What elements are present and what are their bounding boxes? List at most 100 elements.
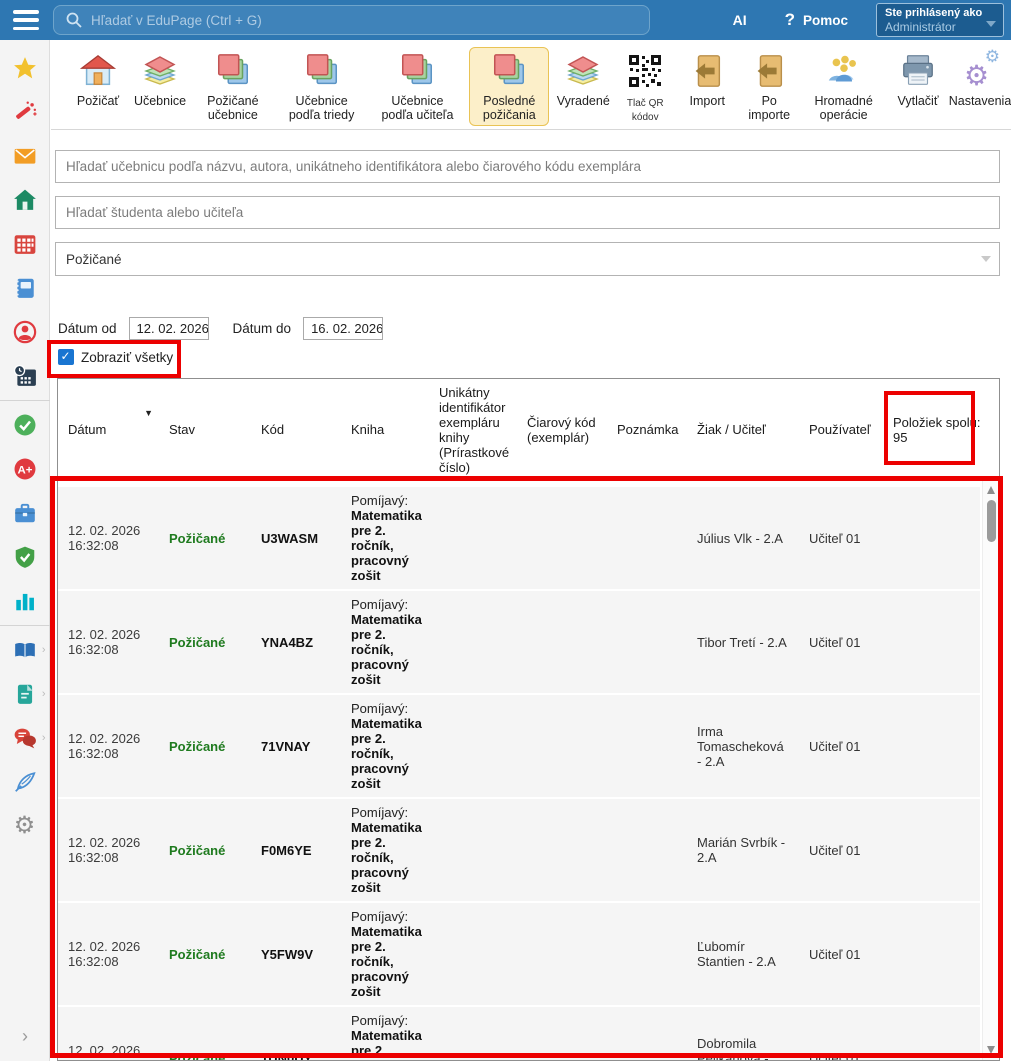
status-select-value: Požičané: [66, 252, 122, 267]
show-all-checkbox[interactable]: [58, 349, 74, 365]
import-door-icon: [687, 51, 727, 91]
column-header-uid[interactable]: Unikátny identifikátor exempláru knihy (…: [429, 385, 517, 475]
sidebar-item-security[interactable]: [3, 535, 47, 579]
sidebar-item-exams[interactable]: [3, 760, 47, 804]
table-row[interactable]: 12. 02. 202616:32:08 Požičané 71VNAY Pom…: [58, 695, 980, 797]
stacked-cards-icon: [302, 51, 342, 91]
cell-status: Požičané: [159, 941, 251, 968]
column-header-user[interactable]: Používateľ: [799, 422, 883, 437]
toolbar-item-nastavenia[interactable]: ⚙⚙ Nastavenia: [952, 47, 1008, 112]
sidebar-item-attendance[interactable]: [3, 354, 47, 398]
sidebar-item-wizard[interactable]: [3, 90, 47, 134]
cell-student: Irma Tomascheková - 2.A: [687, 718, 799, 775]
cell-note: [607, 948, 687, 960]
toolbar-item-ucebnice-podla-triedy[interactable]: Učebnice podľa triedy: [278, 47, 366, 126]
sidebar-item-messages[interactable]: [3, 134, 47, 178]
toolbar-item-vytlacit[interactable]: Vytlačiť: [890, 47, 946, 112]
person-search-input[interactable]: [55, 196, 1000, 229]
cell-barcode: [517, 636, 607, 648]
column-header-student[interactable]: Žiak / Učiteľ: [687, 422, 799, 437]
sidebar-item-students[interactable]: [3, 310, 47, 354]
vertical-scrollbar[interactable]: [982, 480, 999, 1060]
column-header-status[interactable]: Stav: [159, 422, 251, 437]
toolbar-item-vyradene[interactable]: Vyradené: [555, 47, 611, 112]
status-select[interactable]: Požičané: [55, 242, 1000, 276]
logged-in-user-dropdown[interactable]: Ste prihlásený ako Administrátor: [876, 3, 1004, 37]
cell-note: [607, 1052, 687, 1060]
table-row[interactable]: 12. 02. 202616:32:08 Požičané U3WASM Pom…: [58, 487, 980, 589]
toolbar-item-posledne-pozicania[interactable]: Posledné požičania: [469, 47, 549, 126]
global-search-input[interactable]: [91, 13, 611, 28]
toolbar-item-tlac-qr-kodov[interactable]: Tlač QR kódov: [617, 47, 673, 129]
book-search-input[interactable]: [55, 150, 1000, 183]
column-header-code[interactable]: Kód: [251, 422, 341, 437]
chevron-right-icon: ›: [42, 688, 46, 700]
sidebar-item-home[interactable]: [3, 178, 47, 222]
table-row[interactable]: 12. 02. 202616:32:08 Požičané YNA4BZ Pom…: [58, 591, 980, 693]
ai-button[interactable]: AI: [733, 12, 747, 28]
cell-note: [607, 532, 687, 544]
table-row[interactable]: 12. 02. 202616:32:08 Požičané 1UN0UY Pom…: [58, 1007, 980, 1060]
cell-total: [883, 844, 980, 856]
toolbar-item-hromadne-operacie[interactable]: Hromadné operácie: [803, 47, 884, 126]
chevron-down-icon: [981, 256, 991, 262]
toolbar-item-import[interactable]: Import: [679, 47, 735, 112]
help-button[interactable]: ? Pomoc: [785, 10, 848, 30]
toolbar-item-pozicat[interactable]: Požičať: [70, 47, 126, 112]
sidebar-item-favorites[interactable]: [3, 46, 47, 90]
sidebar-item-timetable[interactable]: [3, 222, 47, 266]
sidebar-item-classbook[interactable]: [3, 266, 47, 310]
table-row[interactable]: 12. 02. 202616:32:08 Požičané F0M6YE Pom…: [58, 799, 980, 901]
calendar-icon: [13, 232, 37, 256]
envelope-icon: [13, 144, 37, 168]
column-header-date[interactable]: ▼Dátum: [58, 422, 159, 437]
sidebar-item-documents[interactable]: ›: [3, 672, 47, 716]
column-header-note[interactable]: Poznámka: [607, 422, 687, 437]
date-from-input[interactable]: [129, 317, 209, 340]
date-to-input[interactable]: [303, 317, 383, 340]
table-row[interactable]: 12. 02. 202616:32:08 Požičané Y5FW9V Pom…: [58, 903, 980, 1005]
stacked-cards-icon: [489, 51, 529, 91]
sidebar-item-results[interactable]: [3, 579, 47, 623]
cell-note: [607, 740, 687, 752]
column-header-total: Položiek spolu: 95: [883, 415, 999, 445]
sidebar-item-library[interactable]: ›: [3, 628, 47, 672]
cell-uid: [429, 1052, 517, 1060]
cell-user: Učiteľ 01: [799, 941, 883, 968]
date-to-label: Dátum do: [233, 321, 292, 336]
scroll-down-icon[interactable]: [987, 1046, 995, 1054]
cell-book: Pomíjavý:Matematika pre 2. ročník, praco…: [341, 903, 429, 1005]
loans-table: ▼Dátum Stav Kód Kniha Unikátny identifik…: [57, 378, 1000, 1061]
cell-status: Požičané: [159, 525, 251, 552]
toolbar-item-pozicane-ucebnice[interactable]: Požičané učebnice: [194, 47, 272, 126]
sidebar-item-communication[interactable]: ›: [3, 716, 47, 760]
library-book-icon: [13, 638, 37, 662]
scrollbar-thumb[interactable]: [987, 500, 996, 542]
sidebar-item-grades[interactable]: A+: [3, 447, 47, 491]
global-search[interactable]: [53, 5, 650, 35]
sidebar-item-approvals[interactable]: [3, 403, 47, 447]
sidebar-item-agenda[interactable]: [3, 491, 47, 535]
hamburger-icon[interactable]: [13, 10, 39, 30]
chevron-right-icon: ›: [42, 644, 46, 656]
expand-chevron-icon[interactable]: ›: [0, 1026, 50, 1047]
column-header-book[interactable]: Kniha: [341, 422, 429, 437]
toolbar-item-po-importe[interactable]: Po importe: [741, 47, 797, 126]
person-icon: [13, 320, 37, 344]
cell-code: U3WASM: [251, 525, 341, 552]
cell-uid: [429, 948, 517, 960]
user-role: Administrátor: [885, 20, 995, 34]
chevron-right-icon: ›: [42, 732, 46, 744]
column-header-barcode[interactable]: Čiarový kód (exemplár): [517, 415, 607, 445]
cell-barcode: [517, 740, 607, 752]
cell-book: Pomíjavý:Matematika pre 2. ročník, praco…: [341, 1007, 429, 1060]
date-range-row: Dátum od Dátum do: [58, 316, 407, 340]
toolbar-item-ucebnice-podla-ucitela[interactable]: Učebnice podľa učiteľa: [372, 47, 464, 126]
sidebar-item-settings[interactable]: ⚙: [3, 804, 47, 848]
scroll-up-icon[interactable]: [987, 486, 995, 494]
notebook-icon: [13, 276, 37, 300]
house-icon: [78, 51, 118, 91]
show-all-checkbox-row[interactable]: Zobraziť všetky: [58, 349, 173, 365]
cell-date: 12. 02. 202616:32:08: [58, 517, 159, 559]
toolbar-item-ucebnice[interactable]: Učebnice: [132, 47, 188, 112]
